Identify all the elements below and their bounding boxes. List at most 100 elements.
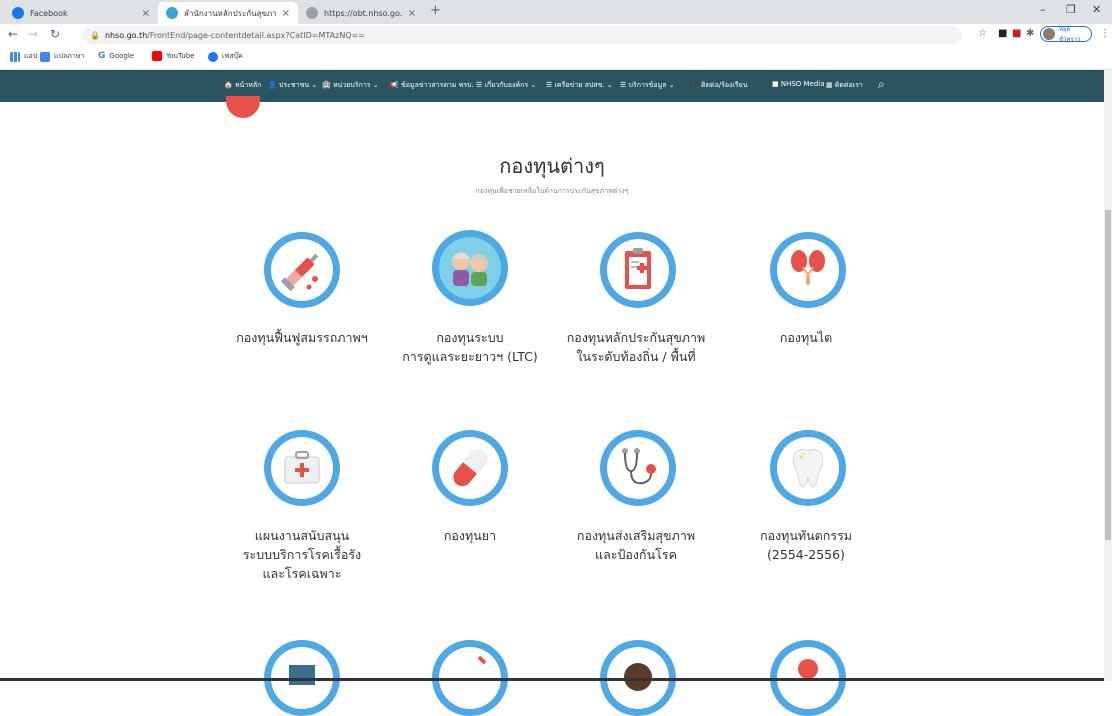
fund-card-label: กองทุนทันตกรรม (2554-2556) — [726, 526, 886, 564]
back-icon[interactable]: ← — [8, 27, 18, 41]
menu-kebab-icon[interactable]: ⋮ — [1100, 28, 1110, 39]
translate-icon — [40, 51, 50, 62]
url-path: /FrontEnd/page-contentdetail.aspx?CatID=… — [147, 30, 366, 40]
site-nav-bar: 🏠 หน้าหลัก 👤 ประชาชน ⌄ 🏥 หน่วยบริการ ⌄ 📢… — [0, 70, 1104, 102]
bookmark-label: YouTube — [166, 52, 195, 60]
bookmark-facebook[interactable]: เฟสบุ๊ค — [208, 51, 243, 62]
first-aid-kit-icon — [264, 430, 340, 506]
reload-icon[interactable]: ↻ — [50, 27, 60, 41]
label-line: กองทุนส่งเสริมสุขภาพ — [576, 528, 696, 543]
nav-home[interactable]: 🏠 หน้าหลัก — [224, 80, 261, 91]
label-line: กองทุนไต — [779, 330, 833, 345]
profile-label: หยุดชั่วคราว — [1059, 26, 1081, 43]
search-icon[interactable]: ⌕ — [878, 77, 885, 92]
avatar — [1043, 28, 1055, 40]
nhso-icon — [166, 7, 178, 19]
page-title: กองทุนต่างๆ — [499, 154, 605, 178]
pill-capsule-icon — [432, 430, 508, 506]
pdf-extension-icon[interactable]: ■ — [1012, 28, 1021, 39]
fund-card-local-health[interactable]: กองทุนหลักประกันสุขภาพ ในระดับท้องถิ่น /… — [556, 230, 716, 370]
fund-card-label: กองทุนส่งเสริมสุขภาพ และป้องกันโรค — [556, 526, 716, 564]
tab-obt[interactable]: https://obt.nhso.go.th/obt/home × — [298, 2, 424, 24]
nav-about[interactable]: ☰ เกี่ยวกับองค์กร ⌄ — [476, 80, 536, 91]
lock-icon: 🔒 — [90, 30, 100, 40]
nav-contact-complaint[interactable]: 📞 ติดต่อ/ร้องเรียน — [690, 80, 748, 91]
profile-button[interactable]: หยุดชั่วคราว — [1040, 26, 1092, 43]
scrollbar-thumb[interactable] — [1105, 210, 1111, 540]
fund-card-dental[interactable]: กองทุนทันตกรรม (2554-2556) — [726, 430, 886, 570]
page-scrollbar[interactable] — [1104, 70, 1112, 681]
stethoscope-icon — [600, 430, 676, 506]
fund-card-label: แผนงานสนับสนุน ระบบบริการโรคเรื้อรัง และ… — [222, 526, 382, 583]
label-line: ในระดับท้องถิ่น / พื้นที่ — [576, 349, 696, 364]
fund-card-label: กองทุนไต — [726, 328, 886, 347]
nav-data-services[interactable]: ☰ บริการข้อมูล ⌄ — [620, 80, 675, 91]
bookmark-youtube[interactable]: YouTube — [152, 51, 194, 61]
bookmark-label: แปลภาษา — [54, 52, 85, 60]
fund-card-label: กองทุนฟื้นฟูสมรรถภาพฯ — [222, 328, 382, 347]
apps-icon — [10, 51, 20, 62]
page-subtitle: กองทุนเพื่อช่วยเหลือในด้านการประกันสุขภา… — [475, 187, 629, 195]
extensions-puzzle-icon[interactable]: ✱ — [1026, 28, 1034, 39]
fund-card-label: กองทุนระบบ การดูแลระยะยาวฯ (LTC) — [390, 328, 550, 366]
google-icon: G — [98, 51, 106, 61]
clipboard-icon — [600, 232, 676, 308]
label-line: กองทุนยา — [443, 528, 497, 543]
tab-title: Facebook — [30, 8, 68, 18]
label-line: กองทุนทันตกรรม — [759, 528, 853, 543]
tab-title: สำนักงานหลักประกันสุขภาพแห่งชาติ — [184, 8, 276, 18]
new-tab-button[interactable]: + — [430, 3, 441, 18]
facebook-icon — [12, 7, 24, 19]
tab-facebook[interactable]: Facebook × — [4, 2, 158, 24]
bookmark-translate[interactable]: แปลภาษา — [40, 51, 84, 62]
bookmark-label: แอป — [24, 52, 38, 60]
url-field[interactable]: 🔒 nhso.go.th /FrontEnd/page-contentdetai… — [82, 26, 962, 44]
close-tab-icon[interactable]: × — [408, 8, 416, 19]
youtube-icon — [152, 51, 162, 61]
fund-card-chronic-disease[interactable]: แผนงานสนับสนุน ระบบบริการโรคเรื้อรัง และ… — [222, 430, 382, 600]
elderly-couple-icon — [432, 230, 508, 306]
tab-title: https://obt.nhso.go.th/obt/home — [324, 8, 402, 18]
label-line: กองทุนหลักประกันสุขภาพ — [566, 330, 706, 345]
address-bar-row: ← → ↻ 🔒 nhso.go.th /FrontEnd/page-conten… — [0, 24, 1112, 46]
label-line: แผนงานสนับสนุน — [254, 528, 350, 543]
nav-media[interactable]: ■ NHSO Media — [772, 80, 825, 88]
facebook-icon — [208, 51, 218, 62]
bookmark-apps[interactable]: แอป — [10, 51, 37, 62]
nav-network[interactable]: ☰ เครือข่าย สปสช. ⌄ — [546, 80, 613, 91]
label-line: การดูแลระยะยาวฯ (LTC) — [402, 349, 538, 364]
kidney-icon — [770, 232, 846, 308]
bookmark-label: Google — [109, 52, 135, 60]
close-tab-icon[interactable]: × — [282, 8, 290, 19]
site-logo — [226, 96, 260, 118]
nav-public[interactable]: 👤 ประชาชน ⌄ — [268, 80, 317, 91]
fund-card-label: กองทุนหลักประกันสุขภาพ ในระดับท้องถิ่น /… — [556, 328, 716, 366]
nav-info-act[interactable]: 📢 ข้อมูลข่าวสารตาม พรบ. — [390, 80, 474, 91]
fund-card-prevention[interactable]: กองทุนส่งเสริมสุขภาพ และป้องกันโรค — [556, 430, 716, 570]
forward-icon[interactable]: → — [28, 27, 38, 41]
fund-card-medicine[interactable]: กองทุนยา — [390, 430, 550, 570]
bookmark-label: เฟสบุ๊ค — [222, 52, 243, 60]
tooth-icon — [770, 430, 846, 506]
restore-icon[interactable]: ❐ — [1066, 3, 1076, 16]
url-domain: nhso.go.th — [104, 30, 148, 40]
syringe-icon — [264, 232, 340, 308]
label-line: กองทุนระบบ — [436, 330, 504, 345]
tab-nhso[interactable]: สำนักงานหลักประกันสุขภาพแห่งชาติ × — [158, 2, 298, 24]
bookmarks-bar: แอป แปลภาษา G Google YouTube เฟสบุ๊ค — [0, 46, 1112, 70]
fund-card-rehab[interactable]: กองทุนฟื้นฟูสมรรถภาพฯ — [222, 230, 382, 370]
bookmark-star-icon[interactable]: ☆ — [978, 28, 987, 39]
nav-contact-us[interactable]: ▦ ติดต่อเรา — [826, 80, 863, 91]
bookmark-google[interactable]: G Google — [98, 51, 134, 61]
close-window-icon[interactable]: ✕ — [1092, 3, 1101, 16]
fund-card-kidney[interactable]: กองทุนไต — [726, 230, 886, 370]
label-line: และป้องกันโรค — [595, 547, 677, 562]
close-tab-icon[interactable]: × — [142, 8, 150, 19]
fund-card-ltc[interactable]: กองทุนระบบ การดูแลระยะยาวฯ (LTC) — [390, 230, 550, 370]
extension-icon[interactable]: ■ — [998, 28, 1007, 39]
nav-service-units[interactable]: 🏥 หน่วยบริการ ⌄ — [322, 80, 379, 91]
minimize-icon[interactable]: – — [1040, 3, 1046, 16]
fund-card-label: กองทุนยา — [390, 526, 550, 545]
label-line: ระบบบริการโรคเรื้อรัง — [242, 547, 362, 562]
label-line: (2554-2556) — [767, 547, 845, 562]
